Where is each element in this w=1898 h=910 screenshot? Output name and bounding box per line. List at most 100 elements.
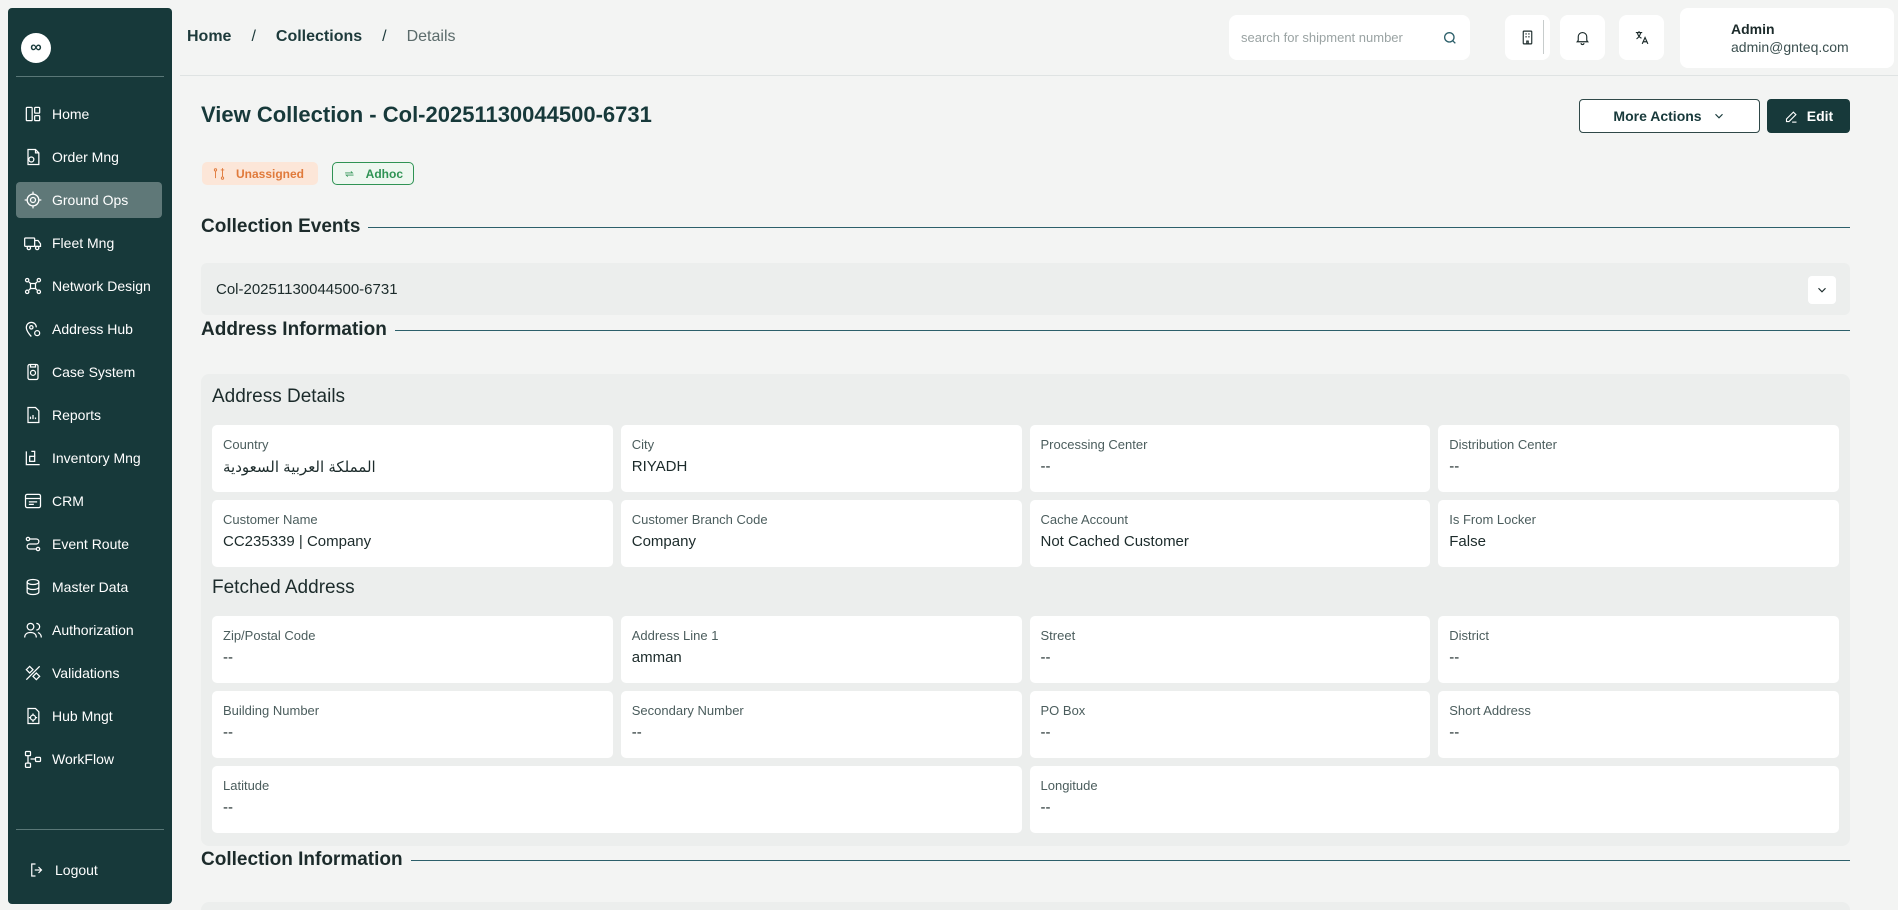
- type-badge: Adhoc: [332, 162, 414, 185]
- logout-icon: [31, 863, 43, 877]
- sidebar-item-master-data[interactable]: Master Data: [16, 569, 162, 605]
- field-street: Street --: [1029, 616, 1431, 683]
- fetched-address-grid: Zip/Postal Code -- Address Line 1 amman Stre…: [212, 616, 1839, 758]
- sidebar-nav: Home Order Mng Ground Ops Fleet Mng Network …: [16, 96, 162, 784]
- breadcrumb-separator: /: [382, 28, 387, 45]
- status-badge: Unassigned: [202, 162, 318, 185]
- sidebar-divider-top: [16, 76, 164, 77]
- sidebar-item-label: CRM: [52, 493, 84, 509]
- users-icon: [22, 619, 44, 641]
- notifications-button[interactable]: [1560, 15, 1605, 60]
- sidebar-item-home[interactable]: Home: [16, 96, 162, 132]
- sidebar-item-label: Address Hub: [52, 321, 133, 337]
- edit-button[interactable]: Edit: [1767, 99, 1850, 133]
- field-value: --: [1040, 724, 1051, 741]
- chevron-down-icon: [1818, 287, 1826, 293]
- search-icon[interactable]: [1442, 30, 1458, 46]
- field-value: Not Cached Customer: [1040, 533, 1189, 550]
- breadcrumb-collections[interactable]: Collections: [276, 28, 362, 46]
- sidebar-item-authorization[interactable]: Authorization: [16, 612, 162, 648]
- sidebar-item-validations[interactable]: Validations: [16, 655, 162, 691]
- field-district: District --: [1438, 616, 1839, 683]
- expand-button[interactable]: [1808, 276, 1836, 304]
- section-rule: [394, 329, 1850, 331]
- field-label: Zip/Postal Code: [223, 628, 316, 643]
- sidebar-item-fleet-mng[interactable]: Fleet Mng: [16, 225, 162, 261]
- field-customer-name: Customer Name CC235339 | Company: [212, 500, 613, 567]
- field-label: PO Box: [1040, 703, 1086, 718]
- field-value: RIYADH: [631, 458, 688, 475]
- address-panel: Address Details Country المملكة العربية ا…: [201, 374, 1850, 846]
- sidebar-item-label: Inventory Mng: [52, 450, 141, 466]
- field-value: --: [1040, 458, 1051, 475]
- field-po-box: PO Box --: [1029, 691, 1431, 758]
- search-input[interactable]: [1241, 30, 1442, 45]
- collection-events-header: Collection Events: [201, 216, 1850, 238]
- field-label: Customer Name: [223, 512, 318, 527]
- more-actions-button[interactable]: More Actions: [1579, 99, 1760, 133]
- sidebar-item-ground-ops[interactable]: Ground Ops: [16, 182, 162, 218]
- logout-button[interactable]: Logout: [28, 861, 98, 879]
- sidebar-item-case-system[interactable]: Case System: [16, 354, 162, 390]
- field-country: Country المملكة العربية السعودية: [212, 425, 613, 492]
- sidebar-item-network-design[interactable]: Network Design: [16, 268, 162, 304]
- field-label: Building Number: [223, 703, 320, 718]
- sidebar-item-event-route[interactable]: Event Route: [16, 526, 162, 562]
- network-icon: [22, 275, 44, 297]
- field-label: Cache Account: [1040, 512, 1128, 527]
- field-label: Distribution Center: [1449, 437, 1557, 452]
- workflow-icon: [22, 748, 44, 770]
- page-title: View Collection - Col-20251130044500-673…: [201, 102, 652, 127]
- database-icon: [22, 576, 44, 598]
- sidebar-item-workflow[interactable]: WorkFlow: [16, 741, 162, 777]
- field-label: Customer Branch Code: [631, 512, 768, 527]
- sidebar-item-inventory-mng[interactable]: Inventory Mng: [16, 440, 162, 476]
- chevron-down-icon: [1714, 113, 1723, 119]
- coordinates-grid: Latitude -- Longitude --: [212, 766, 1839, 833]
- layout-icon: [22, 103, 44, 125]
- field-value: المملكة العربية السعودية: [223, 459, 376, 476]
- sidebar-item-crm[interactable]: CRM: [16, 483, 162, 519]
- field-value: Company: [631, 533, 696, 550]
- user-menu[interactable]: Admin admin@gnteq.com: [1680, 8, 1894, 68]
- field-value: --: [223, 724, 233, 741]
- sidebar-item-label: Event Route: [52, 536, 130, 552]
- validations-icon: [22, 662, 44, 684]
- map-pin-icon: [22, 318, 44, 340]
- sidebar-item-order-mng[interactable]: Order Mng: [16, 139, 162, 175]
- status-badge-label: Unassigned: [236, 166, 305, 181]
- unassigned-icon: [213, 167, 225, 180]
- sidebar-item-label: Validations: [52, 665, 120, 681]
- field-label: Secondary Number: [631, 703, 744, 718]
- field-label: Is From Locker: [1449, 512, 1536, 527]
- breadcrumb-separator: /: [251, 28, 256, 45]
- field-value: --: [223, 649, 233, 666]
- breadcrumb-home[interactable]: Home: [187, 28, 231, 46]
- section-title: Address Information: [201, 319, 387, 340]
- field-processing-center: Processing Center --: [1029, 425, 1431, 492]
- app-logo[interactable]: ∞: [21, 33, 51, 63]
- collection-event-id: Col-20251130044500-6731: [216, 280, 398, 298]
- sidebar-item-address-hub[interactable]: Address Hub: [16, 311, 162, 347]
- sidebar: ∞ Home Order Mng Ground Ops Fleet Mng Networ…: [8, 8, 172, 904]
- section-title: Collection Events: [201, 216, 361, 237]
- truck-icon: [22, 232, 44, 254]
- language-button[interactable]: [1619, 15, 1664, 60]
- address-details-title: Address Details: [212, 386, 346, 407]
- sidebar-divider-bottom: [16, 829, 164, 830]
- sidebar-item-hub-mngt[interactable]: Hub Mngt: [16, 698, 162, 734]
- field-label: Short Address: [1449, 703, 1531, 718]
- field-label: Street: [1040, 628, 1076, 643]
- sidebar-item-label: Ground Ops: [52, 192, 129, 208]
- sidebar-item-label: Master Data: [52, 579, 129, 595]
- field-value: --: [1040, 799, 1051, 816]
- case-icon: [22, 361, 44, 383]
- collection-event-accordion[interactable]: Col-20251130044500-6731: [201, 263, 1850, 315]
- collection-information-panel: [201, 902, 1850, 910]
- field-value: --: [631, 724, 642, 741]
- user-name: Admin: [1731, 21, 1775, 37]
- section-rule: [368, 226, 1850, 228]
- field-label: Country: [223, 437, 269, 452]
- field-building-number: Building Number --: [212, 691, 613, 758]
- sidebar-item-reports[interactable]: Reports: [16, 397, 162, 433]
